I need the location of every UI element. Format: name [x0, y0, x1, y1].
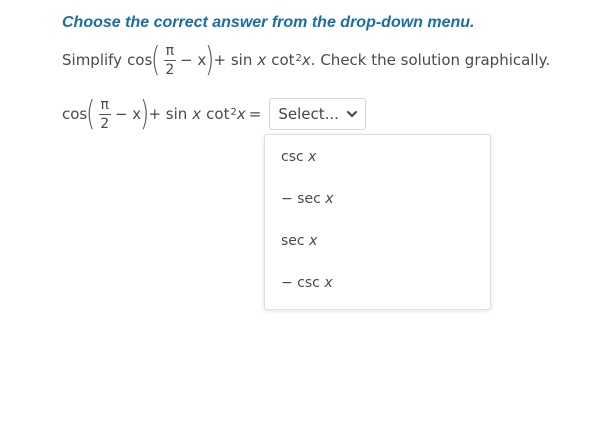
x-variable: x	[301, 51, 311, 69]
option-function: sec	[281, 233, 305, 249]
x-variable: x	[257, 51, 267, 69]
fraction-denominator: 2	[100, 115, 110, 132]
left-paren-icon: (	[86, 94, 96, 134]
exponent: 2	[295, 52, 302, 64]
right-paren-icon: )	[205, 40, 215, 80]
minus-x-term: − x	[180, 51, 207, 69]
left-paren-icon: (	[151, 40, 161, 80]
option-function: − csc	[281, 275, 320, 291]
option-variable: x	[309, 233, 318, 249]
answer-dropdown-menu: csc x − sec x sec x − csc x	[264, 134, 491, 310]
option-variable: x	[308, 149, 317, 165]
equals-sign: =	[248, 105, 262, 123]
simplify-label: Simplify	[62, 51, 123, 69]
exponent: 2	[230, 106, 237, 118]
cot-label: cot	[271, 51, 295, 69]
option-neg-sec-x[interactable]: − sec x	[281, 189, 334, 209]
fraction-denominator: 2	[165, 61, 175, 78]
chevron-down-icon	[346, 111, 357, 117]
cot-label: cot	[206, 105, 230, 123]
fraction-numerator: π	[165, 42, 175, 59]
instruction-heading: Choose the correct answer from the drop-…	[62, 14, 475, 31]
answer-select[interactable]: Select...	[269, 98, 366, 130]
option-neg-csc-x[interactable]: − csc x	[281, 273, 333, 293]
option-function: csc	[281, 149, 304, 165]
plus-sin-term: + sin	[148, 105, 188, 123]
prompt-tail: . Check the solution graphically.	[310, 51, 551, 69]
option-sec-x[interactable]: sec x	[281, 231, 317, 251]
x-variable: x	[192, 105, 202, 123]
cos-label: cos	[127, 51, 153, 69]
option-variable: x	[324, 275, 333, 291]
option-csc-x[interactable]: csc x	[281, 147, 316, 167]
problem-statement: Simplify cos ( π 2 − x ) + sin x cot 2 x …	[62, 40, 550, 80]
equation-row: cos ( π 2 − x ) + sin x cot 2 x = Select.…	[62, 94, 366, 134]
pi-over-2-fraction: π 2	[98, 96, 111, 132]
option-variable: x	[325, 191, 334, 207]
fraction-numerator: π	[100, 96, 109, 113]
pi-over-2-fraction: π 2	[163, 42, 177, 78]
right-paren-icon: )	[140, 94, 150, 134]
x-variable: x	[236, 105, 246, 123]
cos-label: cos	[62, 105, 88, 123]
option-function: − sec	[281, 191, 321, 207]
minus-x-term: − x	[114, 105, 142, 123]
plus-sin-term: + sin	[213, 51, 253, 69]
select-placeholder: Select...	[278, 105, 339, 123]
